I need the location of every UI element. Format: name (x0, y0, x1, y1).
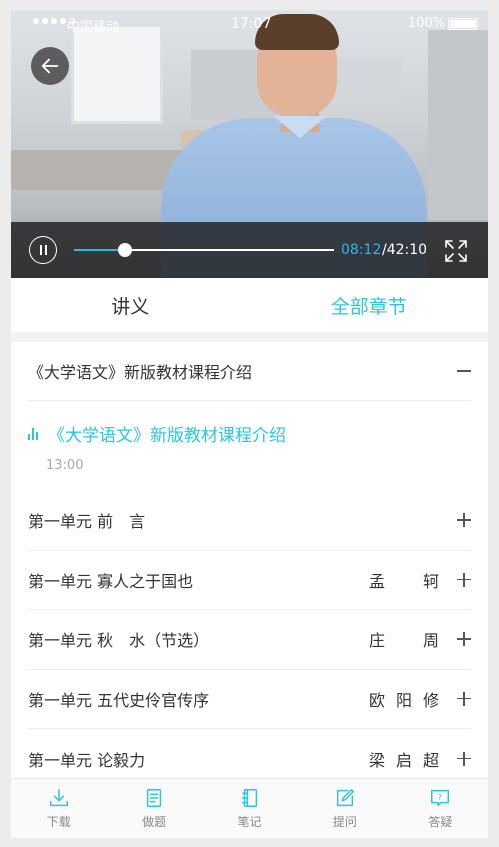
carrier-name: 中国移动 (67, 20, 120, 35)
video-player[interactable]: 中国移动 17:07 100% 08:12 /42:10 (11, 10, 488, 278)
background-window (71, 24, 163, 124)
unit-title: 第一单元 寡人之于国也 (28, 571, 194, 591)
background-wall (428, 30, 488, 220)
tab-all-chapters[interactable]: 全部章节 (250, 278, 489, 332)
unit-title: 第一单元 论毅力 (28, 750, 146, 770)
nav-label: 下载 (46, 815, 71, 829)
content-tabs: 讲义 全部章节 (11, 278, 488, 332)
fullscreen-icon[interactable] (443, 238, 469, 264)
progress-knob[interactable] (117, 243, 132, 257)
chapter-list: 《大学语文》新版教材课程介绍 《大学语文》新版教材课程介绍 13:00 第一单元… (11, 342, 488, 789)
unit-author: 孟轲 (369, 571, 439, 591)
section-divider (11, 332, 488, 342)
bottom-nav: 下载 做题 笔记 提问 ? 答疑 (11, 778, 488, 838)
lesson-duration: 13:00 (46, 458, 84, 473)
unit-row[interactable]: 第一单元 五代史伶官传序 欧阳修 (28, 670, 471, 729)
nav-notes[interactable]: 笔记 (202, 779, 297, 838)
unit-row[interactable]: 第一单元 寡人之于国也 孟轲 (28, 551, 471, 610)
unit-author: 庄周 (369, 631, 439, 651)
notebook-icon (241, 789, 257, 807)
unit-author: 梁启超 (369, 750, 439, 770)
app-screen: 中国移动 17:07 100% 08:12 /42:10 讲义 全部章节 《大学… (11, 10, 488, 838)
nav-ask[interactable]: 提问 (297, 779, 392, 838)
download-icon (49, 789, 68, 807)
status-time: 17:07 (231, 16, 272, 32)
nav-exercise[interactable]: 做题 (106, 779, 201, 838)
status-bar: 中国移动 17:07 100% (11, 10, 488, 38)
unit-author: 欧阳修 (369, 690, 439, 710)
unit-row[interactable]: 第一单元 前 言 (28, 491, 471, 551)
playing-lesson[interactable]: 《大学语文》新版教材课程介绍 13:00 (11, 401, 488, 491)
edit-question-icon (336, 789, 354, 807)
unit-row[interactable]: 第一单元 秋 水（节选） 庄周 (28, 610, 471, 670)
unit-title: 第一单元 五代史伶官传序 (28, 690, 210, 710)
nav-download[interactable]: 下载 (11, 779, 106, 838)
collapse-icon[interactable] (457, 364, 471, 378)
pause-icon-bar (44, 245, 47, 255)
total-time: /42:10 (382, 242, 428, 258)
current-time: 08:12 (341, 242, 382, 258)
expand-icon[interactable] (457, 691, 471, 706)
qa-icon: ? (431, 789, 450, 807)
progress-track[interactable] (74, 243, 334, 257)
back-button[interactable] (31, 47, 69, 85)
battery-percent: 100% (408, 16, 446, 31)
unit-title: 第一单元 秋 水（节选） (28, 631, 210, 651)
now-playing-icon (28, 427, 38, 440)
expand-icon[interactable] (457, 572, 471, 587)
exercise-icon (146, 789, 162, 807)
pause-button[interactable] (29, 236, 57, 264)
nav-label: 答疑 (428, 815, 453, 829)
nav-label: 提问 (332, 815, 357, 829)
chapter-header[interactable]: 《大学语文》新版教材课程介绍 (28, 342, 471, 401)
nav-label: 做题 (142, 815, 167, 829)
pause-icon-bar (39, 245, 42, 255)
battery-icon (448, 18, 478, 30)
expand-icon[interactable] (457, 751, 471, 766)
back-arrow-icon (41, 58, 59, 74)
playing-lesson-title: 《大学语文》新版教材课程介绍 (48, 426, 286, 446)
tab-handout[interactable]: 讲义 (11, 278, 250, 332)
nav-label: 笔记 (237, 815, 262, 829)
chapter-title: 《大学语文》新版教材课程介绍 (28, 363, 253, 382)
player-controls: 08:12 /42:10 (11, 222, 488, 278)
unit-title: 第一单元 前 言 (28, 512, 146, 532)
expand-icon[interactable] (457, 513, 471, 528)
nav-qa[interactable]: ? 答疑 (393, 779, 488, 838)
svg-text:?: ? (438, 792, 442, 802)
expand-icon[interactable] (457, 632, 471, 647)
